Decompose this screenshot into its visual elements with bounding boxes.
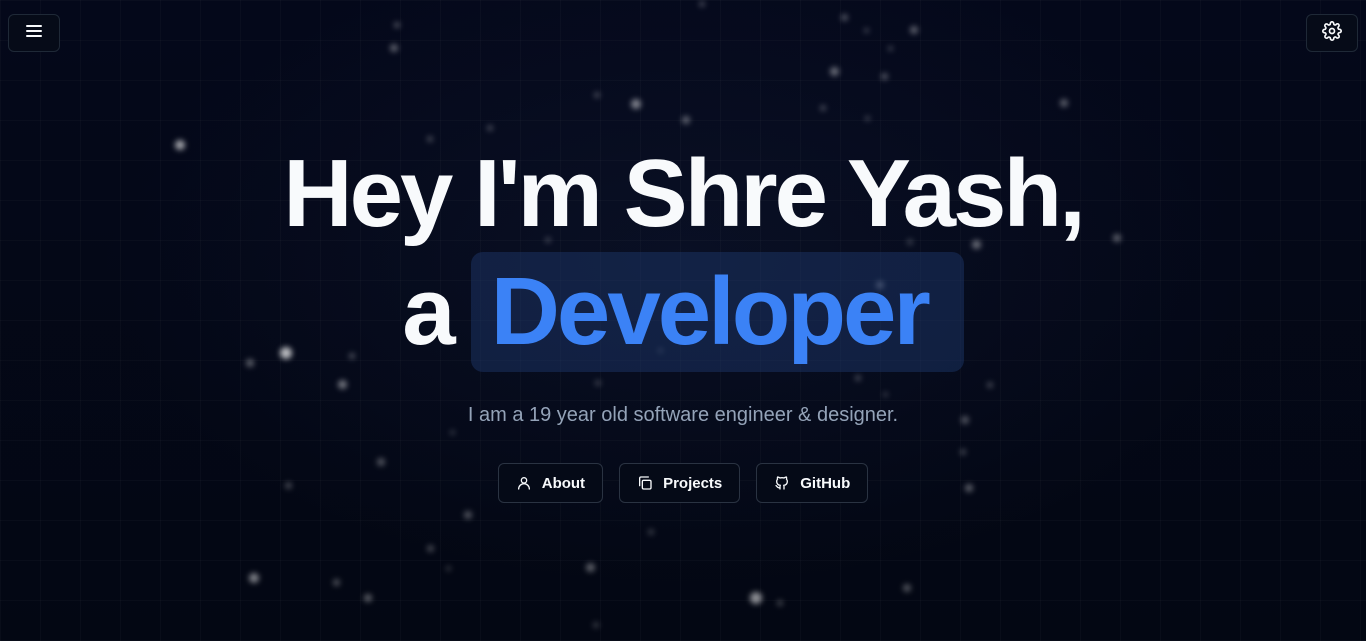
gear-icon xyxy=(1322,20,1342,46)
particle xyxy=(880,72,888,80)
hero-role: Developer xyxy=(490,258,931,365)
particle xyxy=(864,115,870,121)
particle xyxy=(820,105,826,111)
hero-section: Hey I'm Shre Yash, a Developer I am a 19… xyxy=(0,138,1366,503)
page: Hey I'm Shre Yash, a Developer I am a 19… xyxy=(0,0,1366,641)
role-highlight: Developer xyxy=(470,252,964,372)
copy-icon xyxy=(637,475,653,491)
particle xyxy=(594,92,600,98)
particle xyxy=(887,45,893,51)
particle xyxy=(394,22,400,28)
menu-icon xyxy=(25,24,43,43)
particle xyxy=(390,44,398,52)
particle xyxy=(631,99,641,109)
projects-label: Projects xyxy=(663,474,723,492)
particle xyxy=(332,578,340,586)
particle xyxy=(1060,99,1068,107)
particle xyxy=(585,562,595,572)
hero-headline: Hey I'm Shre Yash, xyxy=(283,140,1086,247)
particle xyxy=(863,27,869,33)
particle xyxy=(464,511,472,519)
about-button[interactable]: About xyxy=(497,463,604,503)
particle xyxy=(829,66,839,76)
about-label: About xyxy=(541,474,586,492)
settings-button[interactable] xyxy=(1306,14,1358,52)
github-label: GitHub xyxy=(800,474,851,492)
particle xyxy=(777,600,783,606)
particle xyxy=(364,594,372,602)
hero-subtitle: I am a 19 year old software engineer & d… xyxy=(467,404,899,426)
hero-article: a xyxy=(402,258,455,365)
user-icon xyxy=(516,475,532,491)
hero-role-line: a Developer xyxy=(0,252,1366,372)
action-buttons: About Projects GitHub xyxy=(0,463,1366,503)
particle xyxy=(682,116,690,124)
github-button[interactable]: GitHub xyxy=(756,463,869,503)
particle xyxy=(487,125,493,131)
particle xyxy=(699,1,705,7)
github-icon xyxy=(774,475,790,491)
particle xyxy=(426,544,434,552)
particle xyxy=(750,592,762,604)
particle xyxy=(648,529,654,535)
particle xyxy=(593,622,599,628)
particle xyxy=(445,565,451,571)
particle xyxy=(903,584,911,592)
particle xyxy=(249,573,259,583)
particle xyxy=(910,26,918,34)
projects-button[interactable]: Projects xyxy=(619,463,741,503)
particle xyxy=(840,13,848,21)
menu-button[interactable] xyxy=(8,14,60,52)
